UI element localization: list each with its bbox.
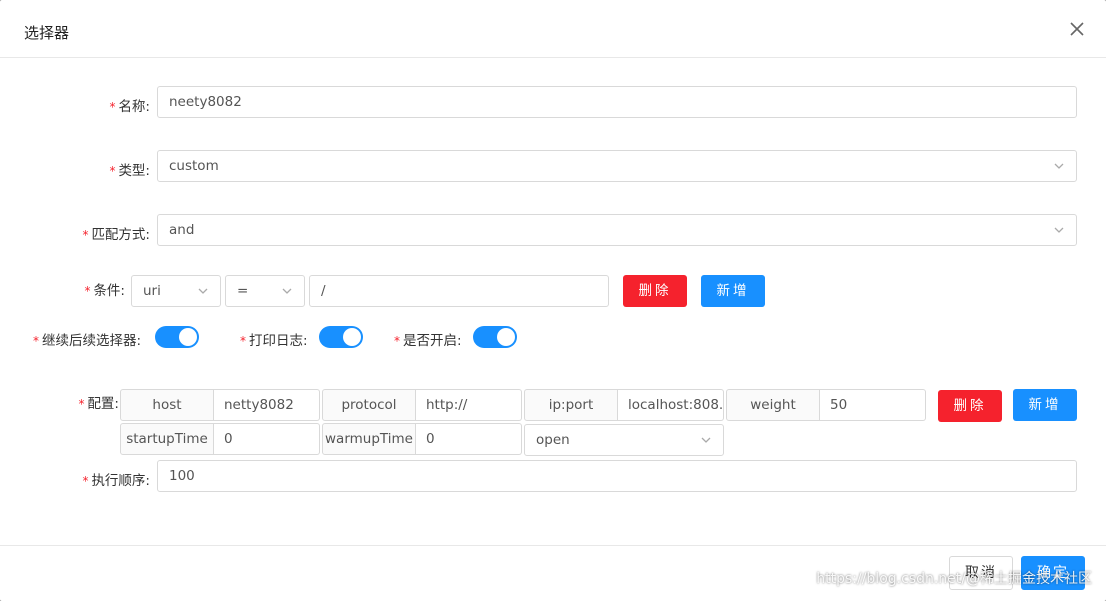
switch-knob <box>179 328 197 346</box>
ipport-input[interactable]: localhost:808. <box>618 389 724 421</box>
type-select[interactable]: custom <box>157 150 1077 182</box>
type-label: * 类型: <box>109 163 150 179</box>
required-mark: * <box>82 228 89 242</box>
ipport-addon: ip:port <box>524 389 618 421</box>
condition-operator-value: = <box>237 283 249 299</box>
match-mode-select[interactable]: and <box>157 214 1077 246</box>
protocol-input[interactable]: http:// <box>416 389 522 421</box>
log-switch[interactable] <box>319 326 363 348</box>
startup-input[interactable]: 0 <box>214 423 320 455</box>
required-mark: * <box>82 474 89 488</box>
match-mode-label: * 匹配方式: <box>82 227 150 243</box>
type-select-value: custom <box>169 158 219 174</box>
continue-switch-label: * 继续后续选择器: <box>33 333 142 349</box>
log-switch-label: * 打印日志: <box>240 333 308 349</box>
status-select[interactable]: open <box>524 424 724 456</box>
modal-header: 选择器 <box>0 0 1106 58</box>
condition-value-input[interactable]: / <box>309 275 609 307</box>
required-mark: * <box>109 164 116 178</box>
condition-operator-select[interactable]: = <box>225 275 305 307</box>
name-input[interactable]: neety8082 <box>157 86 1077 118</box>
required-mark: * <box>84 284 91 298</box>
weight-input[interactable]: 50 <box>820 389 926 421</box>
weight-addon: weight <box>726 389 820 421</box>
warmup-input[interactable]: 0 <box>416 423 522 455</box>
chevron-down-icon <box>1054 161 1064 171</box>
startup-addon: startupTime <box>120 423 214 455</box>
switch-knob <box>343 328 361 346</box>
selector-modal: 选择器 * 名称: neety8082 * 类型: custom * 匹配方式: an… <box>0 0 1106 601</box>
order-input[interactable]: 100 <box>157 460 1077 492</box>
warmup-addon: warmupTime <box>322 423 416 455</box>
host-addon: host <box>120 389 214 421</box>
host-input[interactable]: netty8082 <box>214 389 320 421</box>
continue-switch[interactable] <box>155 326 199 348</box>
condition-add-button[interactable]: 新增 <box>701 275 765 307</box>
modal-title: 选择器 <box>24 24 70 42</box>
match-mode-value: and <box>169 222 195 238</box>
required-mark: * <box>394 334 400 348</box>
protocol-addon: protocol <box>322 389 416 421</box>
config-add-button[interactable]: 新增 <box>1013 389 1077 421</box>
close-icon[interactable] <box>1068 20 1086 38</box>
config-delete-button[interactable]: 删除 <box>938 390 1002 422</box>
enabled-switch[interactable] <box>473 326 517 348</box>
condition-param-select[interactable]: uri <box>131 275 221 307</box>
required-mark: * <box>78 397 85 411</box>
switch-knob <box>497 328 515 346</box>
chevron-down-icon <box>198 286 208 296</box>
enabled-switch-label: * 是否开启: <box>394 333 462 349</box>
condition-param-value: uri <box>143 283 161 299</box>
order-label: * 执行顺序: <box>82 473 150 489</box>
condition-delete-button[interactable]: 删除 <box>623 275 687 307</box>
status-select-value: open <box>536 432 570 448</box>
required-mark: * <box>33 334 39 348</box>
config-label: * 配置: <box>78 396 119 412</box>
required-mark: * <box>109 100 116 114</box>
condition-label: * 条件: <box>84 283 125 299</box>
chevron-down-icon <box>1054 225 1064 235</box>
name-label: * 名称: <box>109 99 150 115</box>
chevron-down-icon <box>701 435 711 445</box>
watermark: https://blog.csdn.net/@稀土掘金技术社区 <box>816 571 1092 587</box>
required-mark: * <box>240 334 246 348</box>
chevron-down-icon <box>282 286 292 296</box>
